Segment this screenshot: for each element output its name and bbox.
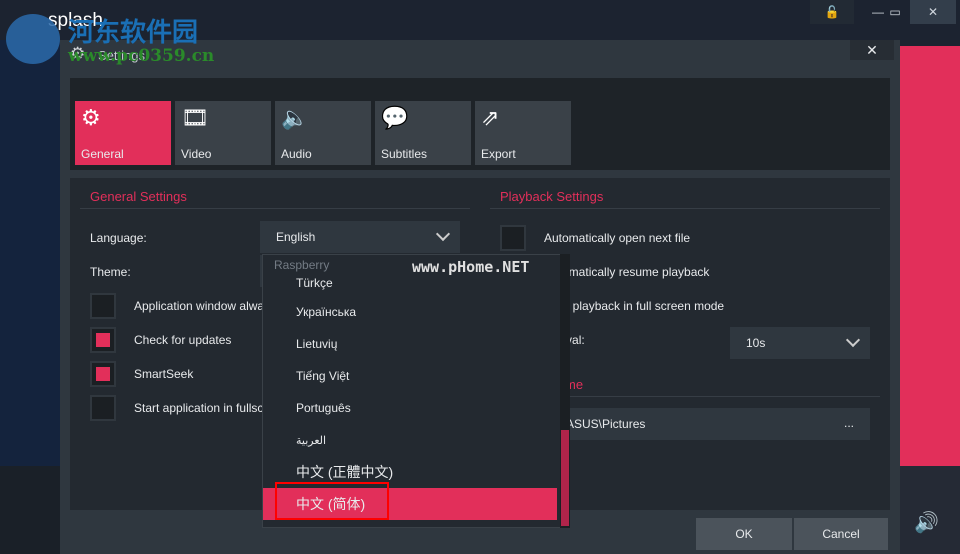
background-right	[900, 46, 960, 466]
checkbox-label: Automatically open next file	[544, 231, 691, 245]
language-option[interactable]: Lietuvių	[263, 328, 557, 360]
close-app-button[interactable]: ✕	[910, 0, 956, 24]
watermark-phome: www.pHome.NET	[412, 258, 530, 276]
theme-label: Theme:	[90, 265, 131, 279]
browse-button[interactable]: ...	[844, 416, 854, 430]
chevron-down-icon	[845, 332, 861, 348]
ok-button[interactable]: OK	[696, 518, 792, 550]
checkbox-label: Start playback in full screen mode	[544, 299, 725, 313]
language-value: English	[276, 230, 316, 244]
language-label: Language:	[90, 231, 147, 245]
language-select[interactable]: English	[260, 221, 460, 253]
export-icon: ⇗	[481, 105, 500, 130]
cancel-button[interactable]: Cancel	[794, 518, 888, 550]
open-next-file-checkbox[interactable]	[500, 225, 526, 251]
watermark-cn: 河东软件园	[68, 18, 199, 48]
language-option[interactable]: Українська	[263, 296, 557, 328]
chevron-down-icon	[435, 226, 451, 242]
smartseek-checkbox[interactable]	[90, 361, 116, 387]
tab-label: Audio	[281, 147, 312, 161]
scrollbar-thumb[interactable]	[561, 430, 569, 526]
tab-audio[interactable]: 🔈 Audio	[275, 101, 371, 165]
tab-video[interactable]: 🎞 Video	[175, 101, 271, 165]
language-option[interactable]: Português	[263, 392, 557, 424]
lock-icon[interactable]: 🔓	[810, 0, 854, 24]
checkbox-label: SmartSeek	[134, 367, 194, 381]
divider	[490, 208, 880, 209]
theme-value: Raspberry	[274, 258, 330, 272]
checkbox-label: Check for updates	[134, 333, 232, 347]
fullscreen-start-checkbox[interactable]	[90, 395, 116, 421]
tab-general[interactable]: ⚙ General	[75, 101, 171, 165]
background-left	[0, 40, 60, 466]
watermark-logo-icon	[6, 14, 60, 64]
language-option[interactable]: العربية	[263, 424, 557, 456]
tab-export[interactable]: ⇗ Export	[475, 101, 571, 165]
background-left-bottom	[0, 466, 60, 554]
volume-icon[interactable]: 🔊	[914, 510, 939, 535]
gear-icon: ⚙	[81, 105, 101, 130]
divider	[80, 208, 470, 209]
language-option[interactable]: Tiếng Việt	[263, 360, 557, 392]
speaker-icon: 🔈	[281, 105, 309, 130]
film-icon: 🎞	[181, 105, 209, 130]
jump-value: 10s	[746, 336, 766, 350]
tab-label: Video	[181, 147, 212, 161]
general-settings-heading: General Settings	[90, 189, 187, 204]
speech-bubble-icon: 💬	[381, 105, 409, 130]
always-on-top-checkbox[interactable]	[90, 293, 116, 319]
maximize-button[interactable]: ▭	[880, 0, 910, 24]
playback-settings-heading: Playback Settings	[500, 189, 604, 204]
tab-label: General	[81, 147, 124, 161]
watermark-url: www.pc0359.cn	[68, 46, 215, 66]
tab-label: Export	[481, 147, 516, 161]
check-updates-checkbox[interactable]	[90, 327, 116, 353]
tab-label: Subtitles	[381, 147, 428, 161]
highlight-box	[275, 482, 389, 520]
volume-area: 🔊	[900, 466, 960, 554]
dialog-close-button[interactable]: ✕	[850, 40, 894, 60]
tab-subtitles[interactable]: 💬 Subtitles	[375, 101, 471, 165]
jump-interval-select[interactable]: 10s	[730, 327, 870, 359]
